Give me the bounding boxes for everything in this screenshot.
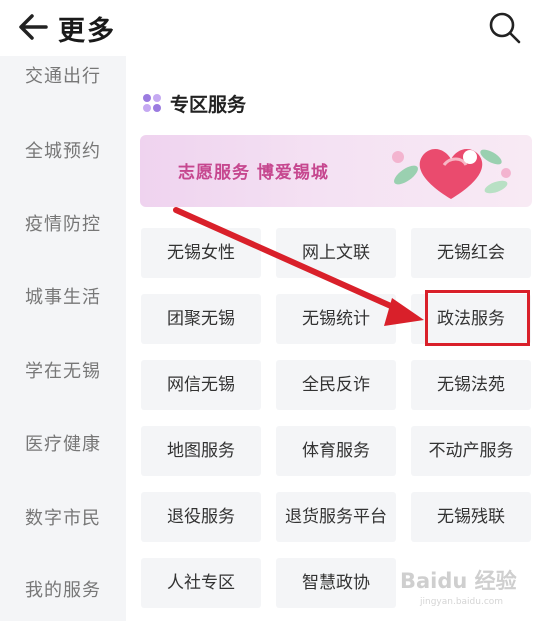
banner-text: 志愿服务 博爱锡城	[178, 163, 329, 183]
back-button[interactable]	[16, 12, 50, 42]
watermark-url: jingyan.baidu.com	[420, 597, 504, 607]
grid-icon	[143, 94, 161, 112]
tile-cyber-wuxi[interactable]: 网信无锡	[141, 360, 261, 410]
tile-hr-social[interactable]: 人社专区	[141, 558, 261, 608]
category-sidebar: 交通出行 全城预约 疫情防控 城事生活 学在无锡 医疗健康 数字市民 我的服务	[0, 56, 126, 621]
tile-wuxi-women[interactable]: 无锡女性	[141, 228, 261, 278]
tile-veteran-service[interactable]: 退役服务	[141, 492, 261, 542]
search-button[interactable]	[487, 10, 523, 46]
page-title: 更多	[58, 16, 116, 47]
baidu-watermark: Baidu 经验 jingyan.baidu.com	[400, 565, 535, 617]
watermark-text: Baidu 经验	[400, 569, 517, 593]
tile-return-platform[interactable]: 退货服务平台	[276, 492, 396, 542]
sidebar-item-city-life[interactable]: 城事生活	[0, 283, 126, 309]
tile-anti-fraud[interactable]: 全民反诈	[276, 360, 396, 410]
tile-sports-service[interactable]: 体育服务	[276, 426, 396, 476]
volunteer-banner[interactable]: 志愿服务 博爱锡城	[140, 135, 532, 207]
section-title: 专区服务	[170, 94, 247, 116]
tile-map-service[interactable]: 地图服务	[141, 426, 261, 476]
arrow-left-icon	[19, 14, 48, 40]
heart-illustration	[392, 148, 511, 199]
top-bar: 更多	[0, 0, 537, 56]
tile-real-estate[interactable]: 不动产服务	[411, 426, 531, 476]
tile-disabled-fed[interactable]: 无锡残联	[411, 492, 531, 542]
sidebar-item-digital[interactable]: 数字市民	[0, 504, 126, 530]
tile-red-cross[interactable]: 无锡红会	[411, 228, 531, 278]
tile-court[interactable]: 无锡法苑	[411, 360, 531, 410]
tile-online-arts[interactable]: 网上文联	[276, 228, 396, 278]
search-icon	[489, 12, 521, 44]
sidebar-item-booking[interactable]: 全城预约	[0, 137, 126, 163]
tile-reunion[interactable]: 团聚无锡	[141, 294, 261, 344]
sidebar-item-my-services[interactable]: 我的服务	[0, 576, 126, 602]
sidebar-item-education[interactable]: 学在无锡	[0, 357, 126, 383]
sidebar-item-epidemic[interactable]: 疫情防控	[0, 210, 126, 236]
sidebar-item-health[interactable]: 医疗健康	[0, 430, 126, 456]
tile-smart-cppcc[interactable]: 智慧政协	[276, 558, 396, 608]
sidebar-item-traffic[interactable]: 交通出行	[0, 62, 126, 88]
highlight-box	[425, 290, 530, 346]
tile-statistics[interactable]: 无锡统计	[276, 294, 396, 344]
